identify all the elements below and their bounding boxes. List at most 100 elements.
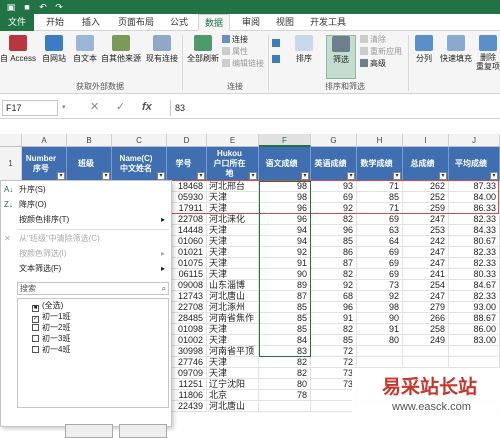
table-cell[interactable]: 30998 — [167, 346, 207, 357]
table-cell[interactable]: 12743 — [167, 291, 207, 302]
table-cell[interactable]: 85 — [311, 236, 357, 247]
table-cell[interactable]: 83.00 — [449, 335, 500, 346]
filter-dropdown-icon[interactable]: ▾ — [439, 172, 447, 180]
refresh-all-button[interactable]: 全部刷新 — [186, 35, 220, 71]
name-box-dropdown-icon[interactable]: ▾ — [62, 103, 66, 111]
tab-formulas[interactable]: 公式 — [164, 14, 194, 31]
table-cell[interactable]: 247 — [403, 291, 449, 302]
table-cell[interactable]: 天津 — [207, 269, 259, 280]
table-cell[interactable]: 279 — [403, 302, 449, 313]
table-cell[interactable]: 73 — [311, 368, 357, 379]
table-cell[interactable]: 85 — [259, 313, 311, 324]
checkbox-class-3[interactable]: 初一3班 — [32, 334, 70, 344]
table-cell[interactable]: 09008 — [167, 280, 207, 291]
properties-button[interactable]: 属性 — [222, 47, 248, 57]
column-header-f[interactable]: F — [259, 134, 311, 147]
table-cell[interactable]: 87.33 — [449, 181, 500, 192]
select-all-corner[interactable] — [0, 134, 22, 147]
table-cell[interactable]: 242 — [403, 236, 449, 247]
table-cell[interactable]: 89 — [259, 280, 311, 291]
tab-page-layout[interactable]: 页面布局 — [112, 14, 160, 31]
table-cell[interactable]: 91 — [259, 258, 311, 269]
table-cell[interactable]: 82.33 — [449, 247, 500, 258]
table-cell[interactable]: 96 — [311, 225, 357, 236]
tab-data[interactable]: 数据 — [198, 14, 230, 31]
ok-button[interactable] — [65, 424, 113, 438]
table-cell[interactable]: 天津 — [207, 258, 259, 269]
filter-dropdown-icon[interactable]: ▾ — [301, 172, 309, 180]
table-cell[interactable]: 82 — [259, 368, 311, 379]
table-cell[interactable]: 天津 — [207, 203, 259, 214]
column-header-j[interactable]: J — [449, 134, 500, 147]
table-cell[interactable]: 96 — [259, 203, 311, 214]
enter-icon[interactable]: ✓ — [116, 100, 125, 114]
table-cell[interactable]: 78 — [259, 390, 311, 401]
table-cell[interactable]: 天津 — [207, 335, 259, 346]
text-to-columns-button[interactable]: 分列 — [412, 35, 436, 71]
clear-filter-item[interactable]: ✕ 从"班级"中清除筛选(C) — [1, 232, 171, 245]
table-cell[interactable]: 96 — [259, 214, 311, 225]
table-cell[interactable] — [357, 357, 403, 368]
table-cell[interactable]: 94 — [259, 236, 311, 247]
table-cell[interactable]: 86.00 — [449, 324, 500, 335]
tab-view[interactable]: 视图 — [270, 14, 300, 31]
table-cell[interactable]: 82.33 — [449, 291, 500, 302]
table-cell[interactable]: 247 — [403, 214, 449, 225]
undo-icon[interactable]: ↶ — [38, 2, 48, 12]
table-cell[interactable]: 72 — [311, 357, 357, 368]
from-other-button[interactable]: 自其他来源 — [100, 35, 142, 71]
table-cell[interactable]: 241 — [403, 269, 449, 280]
table-cell[interactable]: 22708 — [167, 214, 207, 225]
table-cell[interactable]: 01075 — [167, 258, 207, 269]
filter-dropdown-icon[interactable]: ▾ — [393, 172, 401, 180]
table-cell[interactable]: 28485 — [167, 313, 207, 324]
tab-developer[interactable]: 开发工具 — [306, 14, 350, 31]
column-header-e[interactable]: E — [207, 134, 259, 147]
column-header-i[interactable]: I — [403, 134, 449, 147]
table-cell[interactable] — [403, 346, 449, 357]
table-cell[interactable]: 69 — [357, 247, 403, 258]
name-box[interactable]: F17 — [2, 100, 58, 116]
sort-desc-icon[interactable] — [272, 55, 282, 65]
table-cell[interactable]: 90 — [357, 313, 403, 324]
table-cell[interactable]: 72 — [311, 346, 357, 357]
tab-insert[interactable]: 插入 — [76, 14, 106, 31]
table-cell[interactable]: 93.00 — [449, 302, 500, 313]
filter-value-list[interactable]: ■ (全选) ✓ 初一1班 初一2班 初一3班 初一4班 — [17, 298, 169, 408]
table-cell[interactable]: 82 — [311, 269, 357, 280]
column-header-g[interactable]: G — [311, 134, 357, 147]
column-header-b[interactable]: B — [67, 134, 112, 147]
filter-dropdown-icon[interactable]: ▾ — [102, 172, 110, 180]
table-cell[interactable]: 247 — [403, 247, 449, 258]
table-cell[interactable]: 天津 — [207, 357, 259, 368]
table-cell[interactable]: 84.33 — [449, 225, 500, 236]
sort-descending-item[interactable]: Z↓ 降序(O) — [1, 198, 171, 211]
table-cell[interactable] — [449, 346, 500, 357]
table-cell[interactable]: 71 — [357, 181, 403, 192]
table-cell[interactable]: 河北唐山 — [207, 401, 259, 412]
table-cell[interactable]: 258 — [403, 324, 449, 335]
filter-by-color-item[interactable]: 按颜色筛选(I) ▸ — [1, 247, 171, 260]
from-text-button[interactable]: 自文本 — [70, 35, 100, 71]
table-cell[interactable]: 河北涞化 — [207, 214, 259, 225]
table-cell[interactable]: 82.33 — [449, 214, 500, 225]
table-cell[interactable]: 85 — [259, 302, 311, 313]
table-cell[interactable]: 84.00 — [449, 192, 500, 203]
table-cell[interactable]: 05930 — [167, 192, 207, 203]
table-cell[interactable]: 河北唐山 — [207, 291, 259, 302]
connections-button[interactable]: 连接 — [222, 35, 248, 45]
table-cell[interactable]: 82 — [311, 324, 357, 335]
table-cell[interactable]: 山东淄博 — [207, 280, 259, 291]
filter-button[interactable]: 筛选 — [326, 35, 356, 79]
table-cell[interactable]: 87 — [311, 258, 357, 269]
table-cell[interactable]: 82 — [259, 357, 311, 368]
reapply-button[interactable]: 重新应用 — [360, 47, 402, 57]
table-cell[interactable]: 06115 — [167, 269, 207, 280]
checkbox-class-4[interactable]: 初一4班 — [32, 345, 70, 355]
table-cell[interactable]: 91 — [357, 324, 403, 335]
column-header-c[interactable]: C — [112, 134, 167, 147]
table-cell[interactable]: 262 — [403, 181, 449, 192]
table-cell[interactable]: 69 — [357, 214, 403, 225]
table-cell[interactable]: 98 — [259, 181, 311, 192]
table-cell[interactable]: 天津 — [207, 225, 259, 236]
